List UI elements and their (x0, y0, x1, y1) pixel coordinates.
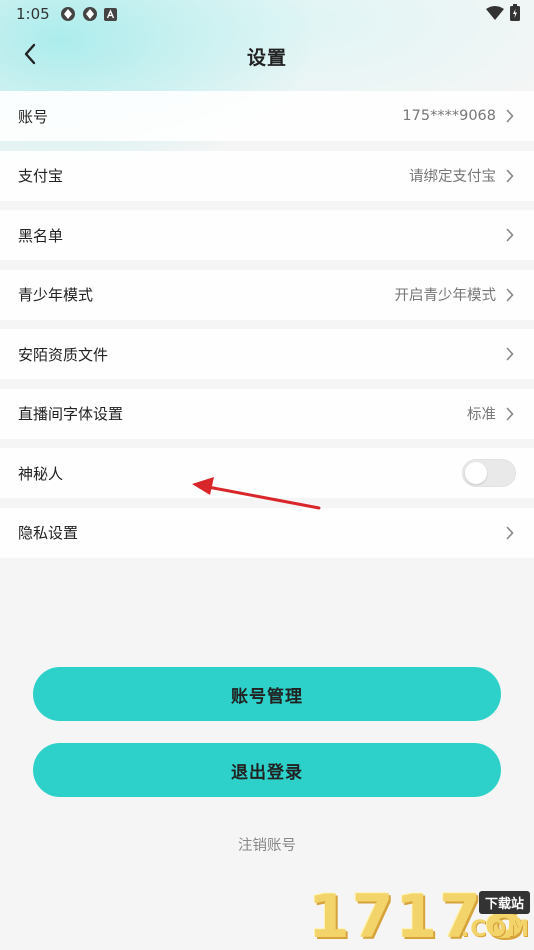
row-value: 请绑定支付宝 (409, 169, 496, 185)
row-label: 账号 (18, 107, 49, 126)
battery-icon (510, 3, 520, 25)
row-right: 175****9068 (402, 108, 516, 124)
chevron-left-icon (23, 43, 37, 69)
chevron-right-icon (504, 227, 516, 243)
watermark-logo: 17178 下载站 .COM (308, 885, 534, 950)
chevron-right-icon (504, 346, 516, 362)
wifi-icon (486, 5, 504, 24)
chevron-right-icon (504, 108, 516, 124)
row-label: 直播间字体设置 (18, 405, 124, 423)
row-right (504, 227, 516, 243)
status-bar: 1:05 (0, 0, 534, 28)
row-right: 开启青少年模式 (395, 284, 517, 305)
settings-row-alipay[interactable]: 支付宝 请绑定支付宝 (0, 150, 534, 201)
settings-row-account[interactable]: 账号 175****9068 (0, 91, 534, 141)
settings-row-blacklist[interactable]: 黑名单 (0, 210, 534, 260)
nav-bar: 设置 (0, 28, 534, 84)
row-label: 黑名单 (18, 226, 64, 245)
watermark-bottom-label: .COM (460, 917, 530, 942)
row-value: 标准 (467, 407, 496, 423)
row-label: 隐私设置 (18, 524, 79, 542)
settings-row-qualification-docs[interactable]: 安陌资质文件 (0, 329, 534, 379)
status-time: 1:05 (16, 5, 50, 23)
row-right: 标准 (467, 403, 516, 424)
cancel-account-link[interactable]: 注销账号 (0, 834, 534, 855)
status-right-group (486, 3, 520, 25)
row-value: 175****9068 (402, 108, 496, 124)
settings-list: 账号 175****9068 支付宝 请绑定支付宝 黑名单 青少年模式 开启青少… (0, 91, 534, 567)
toggle-knob (465, 462, 487, 484)
row-label: 支付宝 (18, 167, 64, 185)
page-title: 设置 (246, 46, 287, 69)
settings-row-teen-mode[interactable]: 青少年模式 开启青少年模式 (0, 269, 534, 320)
row-right (504, 525, 516, 541)
row-label: 神秘人 (18, 464, 64, 483)
row-label: 青少年模式 (18, 286, 94, 304)
settings-row-mystery-person: 神秘人 (0, 448, 534, 498)
settings-row-privacy[interactable]: 隐私设置 (0, 507, 534, 558)
logout-button[interactable]: 退出登录 (33, 743, 501, 797)
row-right: 请绑定支付宝 (409, 165, 516, 186)
account-manage-button[interactable]: 账号管理 (33, 667, 501, 721)
settings-row-live-font[interactable]: 直播间字体设置 标准 (0, 388, 534, 439)
row-right (504, 346, 516, 362)
chevron-right-icon (504, 168, 516, 184)
chevron-right-icon (504, 525, 516, 541)
mystery-person-toggle[interactable] (462, 459, 516, 487)
gear-shield-icon (82, 6, 98, 22)
chevron-right-icon (504, 287, 516, 303)
row-right (462, 459, 516, 487)
watermark-top-label: 下载站 (478, 891, 530, 914)
row-label: 安陌资质文件 (18, 345, 109, 364)
a-box-icon (103, 7, 117, 21)
back-button[interactable] (10, 36, 50, 76)
chevron-right-icon (504, 406, 516, 422)
gear-shield-icon (60, 6, 76, 22)
settings-screen: 1:05 设置 账号 175****9068 支付宝 请绑定支付宝 黑名单 青少… (0, 0, 534, 950)
row-value: 开启青少年模式 (394, 288, 497, 304)
